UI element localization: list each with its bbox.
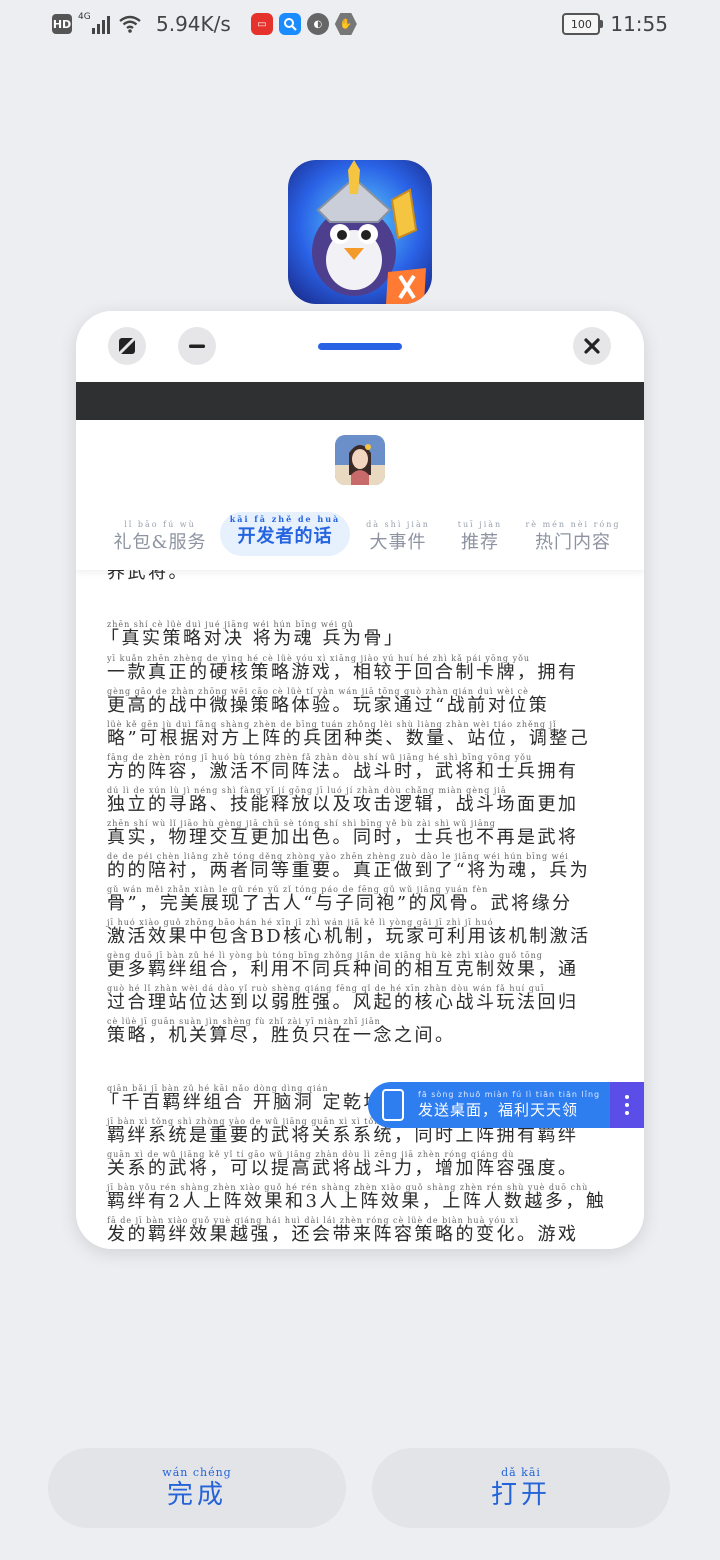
article-line: 发的羁绊效果越强，还会带来阵容策略的变化。游戏 bbox=[107, 1224, 579, 1245]
expand-icon bbox=[117, 336, 137, 356]
tab-pinyin: tuī jiàn bbox=[457, 520, 503, 529]
window-title-bar[interactable] bbox=[76, 311, 644, 381]
phone-icon bbox=[382, 1089, 404, 1121]
tab-label: 推荐 bbox=[461, 532, 499, 553]
status-bar-right: 100 11:55 bbox=[562, 12, 668, 36]
tab-recommend[interactable]: tuī jiàn 推荐 bbox=[457, 512, 503, 556]
close-button[interactable] bbox=[573, 327, 611, 365]
article-line: 略”可根据对方上阵的兵团种类、数量、站位，调整己 bbox=[107, 728, 591, 749]
article-line: 独立的寻路、技能释放以及攻击逻辑，战斗场面更加 bbox=[107, 794, 579, 815]
banner-text: fā sòng zhuō miàn fú lì tiān tiān lǐng 发… bbox=[404, 1090, 600, 1120]
status-bar: HD 4G 5.94K/s ▭ ◐ ✋ 100 11:55 bbox=[0, 0, 720, 52]
game-app-icon-large bbox=[288, 160, 432, 304]
search-app-icon bbox=[278, 13, 301, 35]
done-label: 完成 bbox=[166, 1479, 227, 1510]
tab-pinyin: dà shì jiàn bbox=[366, 520, 430, 529]
article-line: 一款真正的硬核策略游戏，相较于回合制卡牌，拥有 bbox=[107, 662, 579, 683]
drag-handle[interactable] bbox=[318, 343, 402, 350]
article-line: 的的陪衬，两者同等重要。真正做到了“将为魂，兵为 bbox=[107, 860, 591, 881]
tab-label: 礼包&服务 bbox=[113, 532, 207, 553]
network-type: 4G bbox=[78, 12, 91, 22]
tab-bar: lǐ bāo fú wù 礼包&服务 kāi fā zhě de huà 开发者… bbox=[76, 512, 644, 556]
tab-label: 热门内容 bbox=[535, 532, 611, 553]
article-line: 羁绊有2人上阵效果和3人上阵效果，上阵人数越多，触 bbox=[107, 1191, 607, 1212]
send-to-desktop-banner[interactable]: fā sòng zhuō miàn fú lì tiān tiān lǐng 发… bbox=[368, 1082, 610, 1128]
article-line: 更高的战中微操策略体验。玩家通过“战前对位策 bbox=[107, 695, 550, 716]
close-icon bbox=[584, 338, 600, 354]
article-line: 策略，机关算尽，胜负只在一念之间。 bbox=[107, 1025, 456, 1046]
article-body[interactable]: 养武将。 zhēn shí cè lüè duì jué jiāng wéi h… bbox=[88, 570, 632, 1249]
expand-button[interactable] bbox=[108, 327, 146, 365]
article-line: 激活效果中包含BD核心机制，玩家可利用该机制激活 bbox=[107, 926, 591, 947]
game-header: lǐ bāo fú wù 礼包&服务 kāi fā zhě de huà 开发者… bbox=[76, 420, 644, 570]
article-line: 关系的武将，可以提高武将战斗力，增加阵容强度。 bbox=[107, 1158, 579, 1179]
tab-pinyin: lǐ bāo fú wù bbox=[124, 520, 196, 529]
game-thumbnail bbox=[335, 435, 385, 485]
article-line: 真实，物理交互更加出色。同时，士兵也不再是武将 bbox=[107, 827, 579, 848]
minimize-button[interactable] bbox=[178, 327, 216, 365]
banner-label: 发送桌面，福利天天领 bbox=[418, 1101, 579, 1119]
open-button[interactable]: dǎ kāi 打开 bbox=[372, 1448, 670, 1528]
battery-icon: 100 bbox=[562, 13, 604, 35]
tab-gifts-services[interactable]: lǐ bāo fú wù 礼包&服务 bbox=[112, 512, 208, 556]
section-heading: 「真实策略对决 将为魂 兵为骨」 bbox=[101, 628, 405, 649]
article-line: 更多羁绊组合，利用不同兵种间的相互克制效果，通 bbox=[107, 959, 579, 980]
wifi-icon bbox=[119, 15, 141, 33]
tab-hot-content[interactable]: rè mén nèi róng 热门内容 bbox=[525, 512, 618, 556]
article-line: 过合理站位达到以弱胜强。风起的核心战斗玩法回归 bbox=[107, 992, 579, 1013]
status-bar-left: HD 4G 5.94K/s ▭ ◐ ✋ bbox=[52, 12, 357, 36]
section-heading: 「千百羁绊组合 开脑洞 定乾坤」 bbox=[101, 1092, 405, 1113]
article-line: 方的阵容，激活不同阵法。战斗时，武将和士兵拥有 bbox=[107, 761, 579, 782]
minimize-icon bbox=[189, 344, 205, 348]
banner-pinyin: fā sòng zhuō miàn fú lì tiān tiān lǐng bbox=[418, 1090, 601, 1099]
done-button[interactable]: wán chéng 完成 bbox=[48, 1448, 346, 1528]
tab-pinyin: kāi fā zhě de huà bbox=[229, 514, 341, 524]
open-label: 打开 bbox=[490, 1479, 551, 1510]
article-line: 羁绊系统是重要的武将关系系统，同时上阵拥有羁绊 bbox=[107, 1125, 579, 1146]
done-pinyin: wán chéng bbox=[162, 1465, 232, 1479]
tab-major-events[interactable]: dà shì jiàn 大事件 bbox=[366, 512, 430, 556]
signal-icon: 4G bbox=[78, 12, 110, 34]
shield-app-icon: ✋ bbox=[334, 13, 357, 35]
battery-level: 100 bbox=[570, 17, 592, 31]
article-line: 骨”，完美展现了古人“与子同袍”的风骨。武将缘分 bbox=[107, 893, 573, 914]
notification-icons: ▭ ◐ ✋ bbox=[250, 13, 357, 35]
game-app-icon: ◐ bbox=[306, 13, 329, 35]
tab-pinyin: rè mén nèi róng bbox=[525, 520, 621, 529]
network-speed: 5.94K/s bbox=[156, 12, 231, 36]
clock: 11:55 bbox=[610, 12, 668, 36]
huawei-app-icon: ▭ bbox=[250, 13, 273, 35]
more-options-button[interactable] bbox=[610, 1082, 644, 1128]
tab-label: 开发者的话 bbox=[237, 526, 333, 547]
open-pinyin: dǎ kāi bbox=[501, 1465, 541, 1479]
article-line: 养武将。 bbox=[107, 570, 189, 583]
hd-badge: HD bbox=[52, 14, 72, 34]
tab-label: 大事件 bbox=[369, 532, 427, 553]
page-top-strip bbox=[76, 382, 644, 420]
tab-developer-words[interactable]: kāi fā zhě de huà 开发者的话 bbox=[220, 512, 350, 556]
